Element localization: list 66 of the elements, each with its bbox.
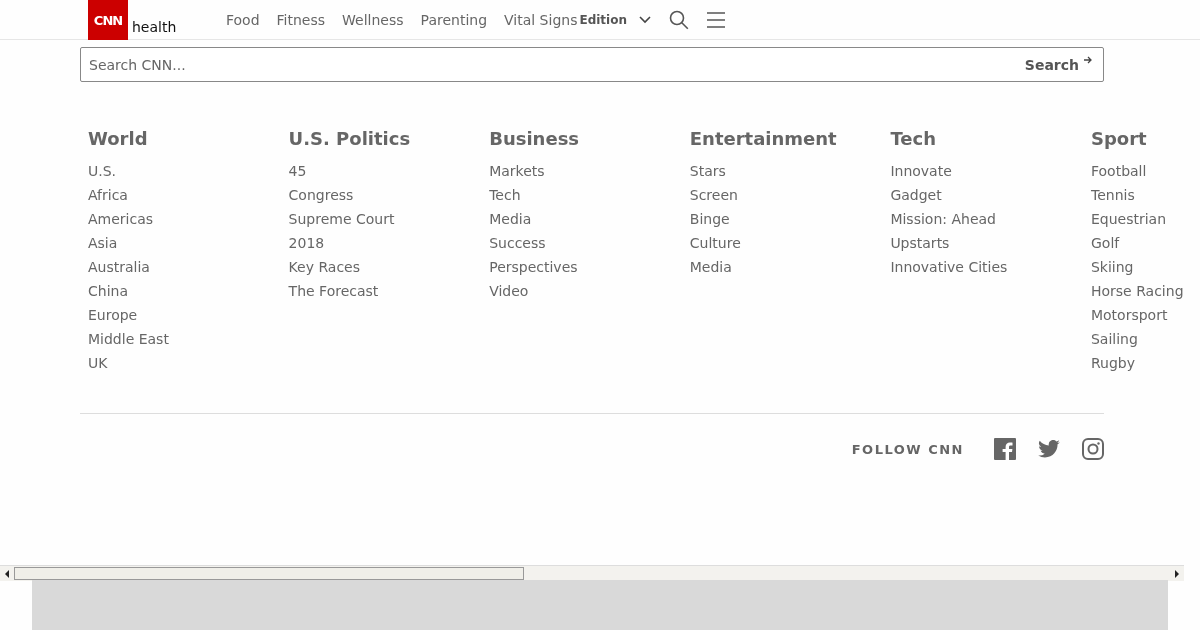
column-heading[interactable]: U.S. Politics (288, 128, 490, 149)
nav-link[interactable]: Food (226, 11, 260, 28)
column-heading[interactable]: Tech (890, 128, 1091, 149)
footer-link[interactable]: Rugby (1090, 351, 1200, 375)
scrollbar-thumb[interactable] (14, 567, 524, 580)
footer-link[interactable]: Skiing (1090, 255, 1200, 279)
footer-link[interactable]: China (88, 279, 289, 303)
menu-icon[interactable] (707, 10, 725, 29)
footer-link[interactable]: Congress (288, 183, 490, 207)
nav-link[interactable]: Vital Signs (504, 11, 578, 28)
footer-link[interactable]: Success (489, 231, 690, 255)
follow-label: FOLLOW CNN (851, 441, 964, 457)
section-name: health (132, 18, 178, 35)
footer-link[interactable]: Gadget (890, 183, 1091, 207)
footer-link[interactable]: Binge (689, 207, 891, 231)
footer-link[interactable]: Supreme Court (288, 207, 490, 231)
column-heading[interactable]: Sport (1090, 128, 1200, 149)
footer-link[interactable]: Tennis (1090, 183, 1200, 207)
footer-link[interactable]: Africa (88, 183, 289, 207)
footer-link[interactable]: The Forecast (288, 279, 490, 303)
footer-link[interactable]: Stars (689, 159, 891, 183)
horizontal-scrollbar[interactable] (0, 565, 1184, 581)
twitter-icon[interactable] (1038, 440, 1060, 458)
footer-link[interactable]: U.S. (88, 159, 289, 183)
footer-link[interactable]: Media (489, 207, 690, 231)
edition-menu[interactable]: Edition (579, 12, 627, 27)
instagram-icon[interactable] (1082, 438, 1104, 460)
search-button[interactable]: Search (1024, 52, 1093, 77)
footer-link[interactable]: Australia (88, 255, 289, 279)
footer-link[interactable]: Key Races (288, 255, 490, 279)
footer-link[interactable]: Americas (88, 207, 289, 231)
footer-link[interactable]: Golf (1090, 231, 1200, 255)
footer-link[interactable]: UK (88, 351, 289, 375)
search-icon[interactable] (669, 9, 689, 30)
arrow-right-icon (1083, 54, 1093, 65)
footer-link[interactable]: Middle East (88, 327, 289, 351)
footer-link[interactable]: Culture (689, 231, 891, 255)
search-field[interactable]: Search CNN... Search (80, 47, 1104, 82)
footer-link[interactable]: Upstarts (890, 231, 1091, 255)
logo-badge[interactable]: CNN (88, 0, 128, 40)
column-heading[interactable]: Entertainment (689, 128, 891, 149)
nav-link[interactable]: Wellness (342, 11, 404, 28)
footer-link[interactable]: Perspectives (489, 255, 690, 279)
footer-link[interactable]: Media (689, 255, 891, 279)
footer-link[interactable]: Innovate (890, 159, 1091, 183)
footer-link[interactable]: Football (1090, 159, 1200, 183)
chevron-down-icon[interactable] (639, 15, 651, 24)
footer-link[interactable]: Horse Racing (1090, 279, 1200, 303)
footer-link[interactable]: 45 (288, 159, 490, 183)
footer-link[interactable]: Sailing (1090, 327, 1200, 351)
footer-link[interactable]: Equestrian (1090, 207, 1200, 231)
footer-link[interactable]: Asia (88, 231, 289, 255)
footer-link[interactable]: Europe (88, 303, 289, 327)
footer-link[interactable]: Screen (689, 183, 891, 207)
footer-link[interactable]: Tech (489, 183, 690, 207)
column-heading[interactable]: World (88, 128, 289, 149)
facebook-icon[interactable] (994, 438, 1016, 460)
footer-link[interactable]: Motorsport (1090, 303, 1200, 327)
nav-link[interactable]: Fitness (276, 11, 326, 28)
footer-link[interactable]: Markets (489, 159, 690, 183)
footer-link[interactable]: Video (489, 279, 690, 303)
footer-link[interactable]: Innovative Cities (890, 255, 1091, 279)
footer-link[interactable]: 2018 (288, 231, 490, 255)
column-heading[interactable]: Business (489, 128, 690, 149)
nav-link[interactable]: Parenting (420, 11, 488, 28)
footer-link[interactable]: Mission: Ahead (890, 207, 1091, 231)
